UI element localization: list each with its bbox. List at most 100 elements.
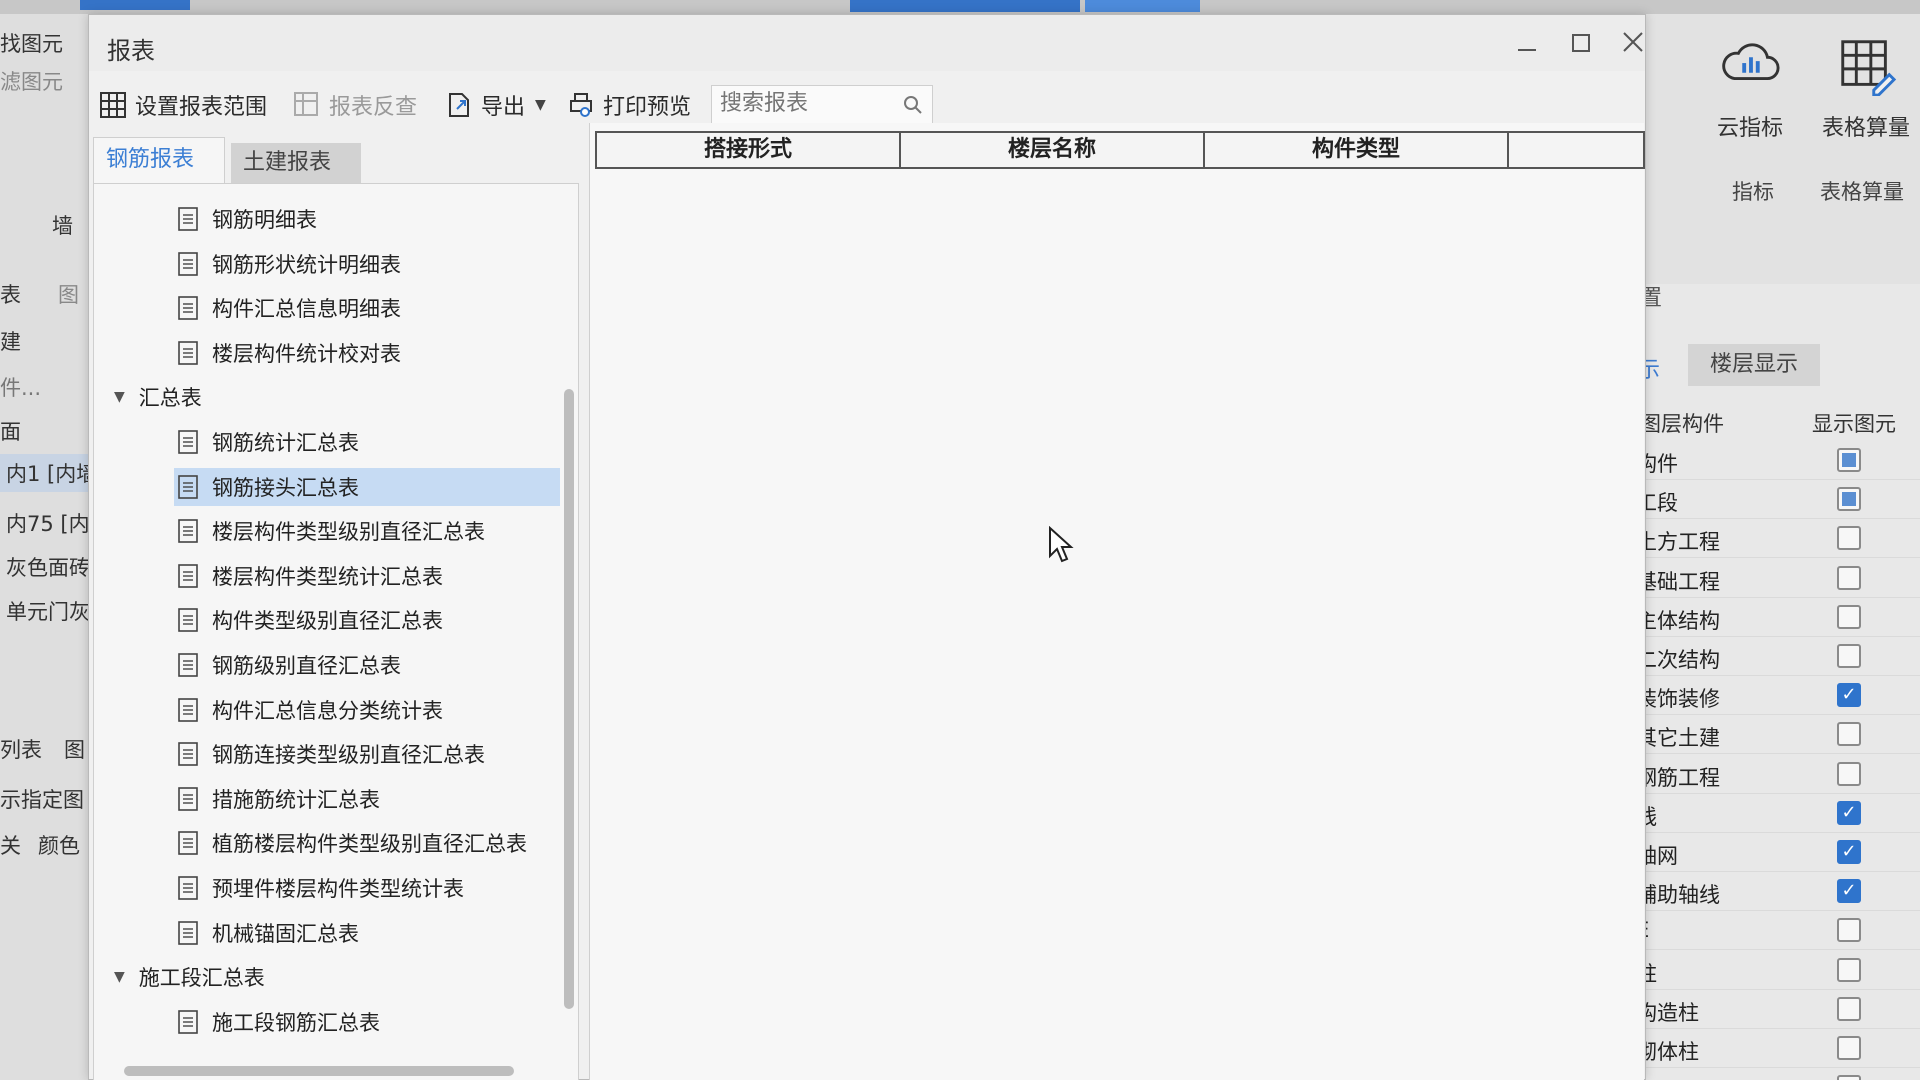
tree-vertical-scrollbar[interactable] <box>564 389 574 1009</box>
tree-item[interactable]: 楼层构件类型统计汇总表 <box>178 557 443 595</box>
expand-arrow-icon[interactable]: ▼ <box>114 969 125 985</box>
tab-civil-report[interactable]: 土建报表量 <box>231 143 361 215</box>
export-button[interactable]: 导出 ▼ <box>445 87 546 123</box>
list-item-unit-door[interactable]: 单元门灰 <box>6 596 90 626</box>
tree-item[interactable]: 钢筋形状统计明细表 <box>178 245 401 283</box>
tree-group[interactable]: ▼ 施工段汇总表 <box>114 958 265 996</box>
ribbon-tab-active[interactable] <box>80 0 190 10</box>
col-lap-type[interactable]: 搭接形式 <box>597 133 901 167</box>
tree-item[interactable]: 钢筋接头汇总表 <box>174 467 560 506</box>
tree-item-label: 钢筋连接类型级别直径汇总表 <box>212 743 485 768</box>
tree-item-label: 钢筋形状统计明细表 <box>212 252 401 277</box>
report-document-icon <box>178 340 198 365</box>
export-label: 导出 <box>481 95 526 120</box>
table-calc-button[interactable]: 表格算量 <box>1806 34 1920 142</box>
tree-item[interactable]: 楼层构件类型级别直径汇总表 <box>178 512 485 550</box>
tree-item[interactable]: 楼层构件统计校对表 <box>178 334 401 372</box>
export-icon <box>449 93 469 117</box>
minimize-button[interactable] <box>1505 25 1549 65</box>
tree-item[interactable]: 构件汇总信息分类统计表 <box>178 691 443 729</box>
tree-item[interactable]: 钢筋连接类型级别直径汇总表 <box>178 735 485 773</box>
display-checkbox[interactable]: ✓ <box>1837 840 1861 864</box>
display-checkbox[interactable] <box>1837 526 1861 551</box>
display-checkbox[interactable] <box>1837 1036 1861 1060</box>
layer-name: 约束边缘非... <box>1636 1075 1761 1080</box>
report-document-icon <box>178 831 198 856</box>
tree-item-label: 楼层构件统计校对表 <box>212 341 401 366</box>
display-checkbox[interactable] <box>1837 918 1861 943</box>
maximize-button[interactable] <box>1559 25 1603 65</box>
export-dropdown-caret-icon[interactable]: ▼ <box>535 97 546 113</box>
diagram-tab[interactable]: 图 <box>58 279 79 309</box>
search-reports-field[interactable] <box>711 85 933 125</box>
find-element-label[interactable]: 找图元 <box>0 28 63 58</box>
tree-item-label: 楼层构件类型级别直径汇总表 <box>212 520 485 545</box>
close-button[interactable] <box>1611 25 1655 65</box>
show-specified-label[interactable]: 示指定图 <box>0 784 84 814</box>
tree-item-label: 钢筋统计汇总表 <box>212 431 359 455</box>
display-checkbox[interactable] <box>1837 1075 1861 1080</box>
display-checkbox[interactable]: ✓ <box>1837 683 1861 708</box>
tab-floor-display[interactable]: 楼层显示 <box>1688 344 1820 386</box>
display-checkbox[interactable] <box>1837 644 1861 668</box>
ribbon-tab-highlight-2[interactable] <box>1085 0 1200 12</box>
print-preview-button[interactable]: 打印预览 <box>567 87 691 123</box>
tree-item[interactable]: 构件类型级别直径汇总表 <box>178 601 443 639</box>
layer-row: 线 ✓ <box>1630 795 1920 833</box>
list-tab[interactable]: 表 <box>0 279 21 309</box>
layer-name: 其它土建 <box>1636 726 1720 751</box>
display-checkbox[interactable] <box>1837 565 1861 590</box>
list-item-inner75[interactable]: 内75 [内 <box>6 508 90 538</box>
display-checkbox[interactable]: ✓ <box>1837 800 1861 825</box>
tree-item-label: 钢筋明细表 <box>212 208 317 232</box>
tree-group[interactable]: ▼ 汇总表 <box>114 378 202 416</box>
tree-item[interactable]: 植筋楼层构件类型级别直径汇总表 <box>178 824 527 862</box>
report-document-icon <box>178 876 198 900</box>
col-display-element: 显示图元 <box>1812 412 1896 436</box>
layer-row: 轴网 ✓ <box>1630 834 1920 872</box>
col-extra[interactable] <box>1509 133 1643 167</box>
ribbon-tab-highlight[interactable] <box>850 0 1080 12</box>
list-item-gray-tile[interactable]: 灰色面砖 <box>6 552 90 582</box>
display-checkbox[interactable] <box>1837 487 1861 512</box>
filter-element-label[interactable]: 滤图元 <box>0 66 63 96</box>
list-item-inner1[interactable]: 内1 [内墙 <box>0 454 92 492</box>
display-checkbox[interactable] <box>1837 957 1861 982</box>
tree-item[interactable]: 施工段钢筋汇总表 <box>178 1003 380 1041</box>
dialog-titlebar[interactable]: 报表 <box>89 15 1645 71</box>
col-component-type[interactable]: 构件类型 <box>1205 133 1509 167</box>
tree-item[interactable]: 机械锚固汇总表 <box>178 914 359 952</box>
tree-item[interactable]: 预埋件楼层构件类型统计表 <box>178 869 464 907</box>
display-checkbox[interactable] <box>1837 722 1861 747</box>
display-checkbox[interactable]: ✓ <box>1837 879 1861 904</box>
expand-arrow-icon[interactable]: ▼ <box>114 389 125 405</box>
tab-rebar-report[interactable]: 钢筋报表量 <box>93 137 225 216</box>
new-button[interactable]: 建 <box>0 326 21 356</box>
table-calc-label: 表格算量 <box>1821 116 1910 141</box>
display-checkbox[interactable] <box>1837 604 1861 629</box>
search-reports-input[interactable] <box>720 91 890 116</box>
layer-name: 土方工程 <box>1636 530 1720 555</box>
display-checkbox[interactable] <box>1837 996 1861 1021</box>
tree-item[interactable]: 钢筋级别直径汇总表 <box>178 646 401 684</box>
search-icon[interactable] <box>902 94 924 116</box>
tree-item[interactable]: 构件汇总信息明细表 <box>178 289 401 327</box>
cloud-chart-icon <box>1722 43 1780 81</box>
set-report-range-button[interactable]: 设置报表范围 <box>99 87 267 123</box>
cloud-index-button[interactable]: 云指标 <box>1690 34 1810 142</box>
tree-item[interactable]: 钢筋统计汇总表 <box>178 423 359 461</box>
report-reverse-check-button[interactable]: 报表反查 <box>293 87 417 123</box>
col-floor-name[interactable]: 楼层名称 <box>901 133 1205 167</box>
display-checkbox[interactable] <box>1837 761 1861 786</box>
component-search[interactable]: 件... <box>0 372 41 402</box>
tree-horizontal-scrollbar[interactable] <box>124 1066 514 1076</box>
report-document-icon <box>178 1009 198 1034</box>
layer-row: 构件 <box>1630 442 1920 480</box>
table-pencil-icon <box>1841 40 1897 97</box>
wall-dropdown[interactable]: 墙 <box>52 210 73 240</box>
tree-item[interactable]: 措施筋统计汇总表 <box>178 780 380 818</box>
list-tab-2[interactable]: 列表 <box>0 734 42 764</box>
display-checkbox[interactable] <box>1837 448 1861 472</box>
diagram-tab-2[interactable]: 图 <box>64 734 85 764</box>
tree-item[interactable]: 钢筋明细表 <box>178 200 317 238</box>
